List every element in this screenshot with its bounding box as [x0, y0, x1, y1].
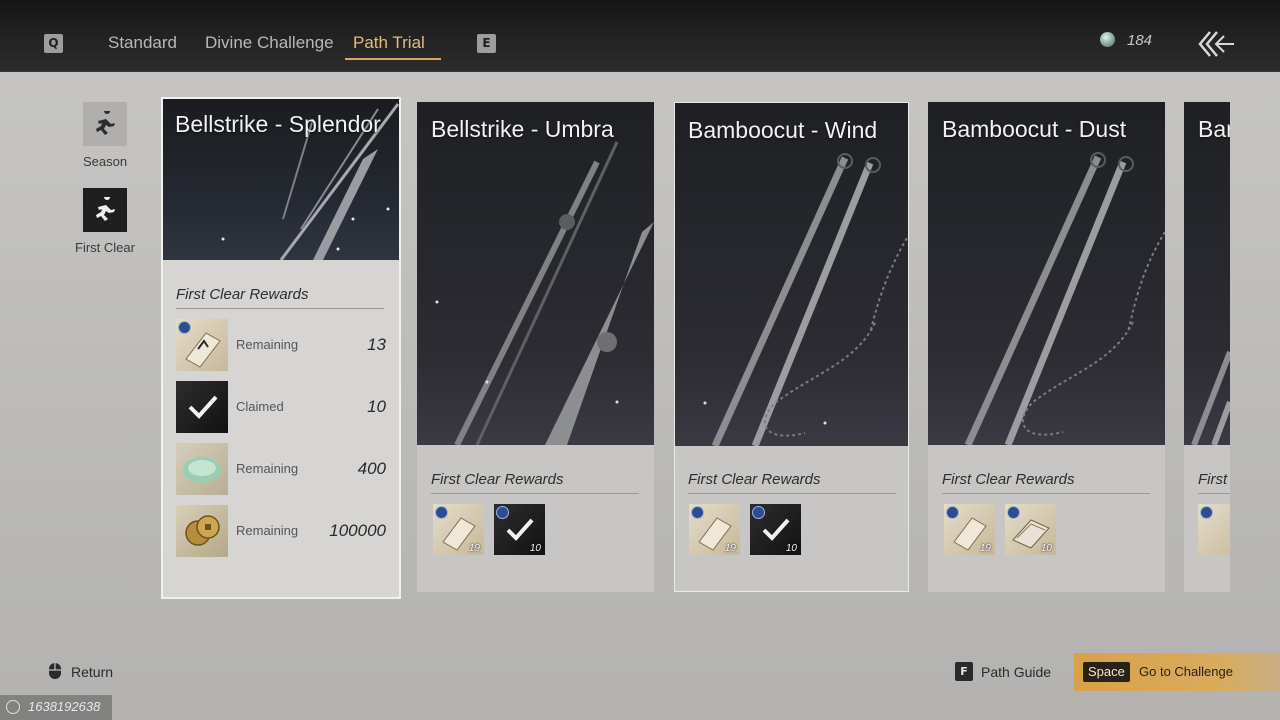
season-icon-box	[83, 102, 127, 146]
reward-row[interactable]: Remaining 13	[176, 319, 386, 371]
rewards-title: First Clear Rewards	[176, 286, 309, 303]
divider	[1198, 493, 1230, 494]
info-badge-icon	[1200, 506, 1213, 519]
runner-icon	[96, 197, 115, 221]
mystic-ticket-icon	[176, 319, 228, 371]
reward-row[interactable]: Remaining 100000	[176, 505, 386, 557]
reward-status: Remaining	[236, 523, 299, 538]
trial-card-bamboocut-dust[interactable]: Bamboocut - Dust First Clear Rewards 19 …	[928, 102, 1165, 592]
reward-quantity: 13	[367, 335, 386, 354]
mystic-ticket-icon[interactable]: 19	[944, 504, 995, 555]
jade-currency-icon	[1100, 32, 1115, 47]
reward-row[interactable]: Remaining 400	[176, 443, 386, 495]
twin-swords-icon	[1191, 350, 1230, 445]
mouse-right-click-icon	[49, 663, 61, 679]
weapon-art	[417, 102, 654, 445]
runner-icon	[96, 111, 115, 135]
mystic-ticket-icon[interactable]: 19	[689, 504, 740, 555]
weapon-art	[675, 103, 908, 446]
rewards-title: First Clear Rewards	[688, 471, 821, 488]
weapon-art	[1184, 102, 1230, 445]
go-to-challenge-label: Go to Challenge	[1139, 664, 1233, 679]
return-button[interactable]: Return	[71, 664, 113, 680]
claimed-check-icon[interactable]: 10	[494, 504, 545, 555]
uid-display: 1638192638	[0, 695, 112, 720]
card-title: Bar	[1198, 116, 1230, 142]
rewards-title: First Clear Rewards	[431, 471, 564, 488]
reward-count: 10	[785, 543, 797, 554]
divider	[688, 493, 896, 494]
trial-card-partial[interactable]: Bar First	[1184, 102, 1230, 592]
coins-icon	[176, 505, 228, 557]
card-title: Bellstrike - Splendor	[175, 111, 381, 137]
reward-count: 10	[529, 543, 541, 554]
trial-card-bamboocut-wind[interactable]: Bamboocut - Wind First Clear Rewards 19 …	[674, 102, 909, 592]
sidebar-item-season[interactable]: Season	[70, 102, 140, 169]
reward-quantity: 400	[357, 459, 386, 478]
space-key: Space	[1083, 662, 1130, 682]
weapon-art	[928, 102, 1165, 445]
tab-standard[interactable]: Standard	[108, 33, 177, 53]
top-bar: Q Standard Divine Challenge Path Trial E…	[0, 0, 1280, 72]
trial-card-bellstrike-splendor[interactable]: Bellstrike - Splendor First Clear Reward…	[161, 97, 401, 599]
reward-count: 19	[979, 543, 991, 554]
back-arrow-icon	[1198, 31, 1234, 57]
tab-divine-challenge[interactable]: Divine Challenge	[205, 33, 334, 53]
active-tab-indicator	[345, 58, 441, 60]
currency-value: 184	[1127, 32, 1153, 49]
jade-disc-icon	[176, 443, 228, 495]
mystic-ticket-icon[interactable]: 19	[433, 504, 484, 555]
reward-count: 10	[1040, 543, 1052, 554]
back-button[interactable]	[1196, 28, 1236, 60]
divider	[176, 308, 384, 309]
divider	[942, 493, 1150, 494]
path-guide-key: F	[955, 662, 973, 681]
sidebar-item-label: Season	[82, 154, 128, 169]
reward-count: 19	[468, 543, 480, 554]
claimed-check-icon[interactable]: 10	[750, 504, 801, 555]
next-tab-key[interactable]: E	[477, 34, 496, 53]
rewards-title: First Clear Rewards	[942, 471, 1075, 488]
divider	[431, 493, 639, 494]
tab-path-trial[interactable]: Path Trial	[353, 33, 425, 53]
card-title: Bamboocut - Dust	[942, 116, 1127, 142]
reward-quantity: 100000	[329, 521, 386, 540]
path-guide-button[interactable]: Path Guide	[981, 664, 1051, 680]
reward-row[interactable]: Claimed 10	[176, 381, 386, 433]
id-icon	[6, 700, 20, 714]
reward-status: Remaining	[236, 461, 299, 476]
rewards-title: First	[1198, 471, 1228, 488]
twin-swords-icon	[703, 153, 908, 446]
spear-weapons-icon	[435, 141, 654, 445]
sidebar-item-first-clear[interactable]: First Clear	[70, 188, 140, 255]
reward-status: Claimed	[236, 399, 284, 414]
trial-card-bellstrike-umbra[interactable]: Bellstrike - Umbra First Clear Rewards 1…	[417, 102, 654, 592]
mystic-book-icon[interactable]: 10	[1005, 504, 1056, 555]
card-title: Bellstrike - Umbra	[431, 116, 614, 142]
first-clear-icon-box	[83, 188, 127, 232]
twin-swords-icon	[964, 152, 1165, 445]
claimed-check-icon	[176, 381, 228, 433]
reward-count: 19	[724, 543, 736, 554]
reward-status: Remaining	[236, 337, 299, 352]
go-to-challenge-button[interactable]: Space Go to Challenge	[1074, 653, 1280, 691]
sidebar-item-label: First Clear	[75, 240, 135, 255]
card-title: Bamboocut - Wind	[688, 117, 878, 143]
prev-tab-key[interactable]: Q	[44, 34, 63, 53]
mystic-ticket-icon[interactable]	[1198, 504, 1230, 555]
reward-quantity: 10	[367, 397, 386, 416]
uid-text: 1638192638	[28, 699, 101, 714]
